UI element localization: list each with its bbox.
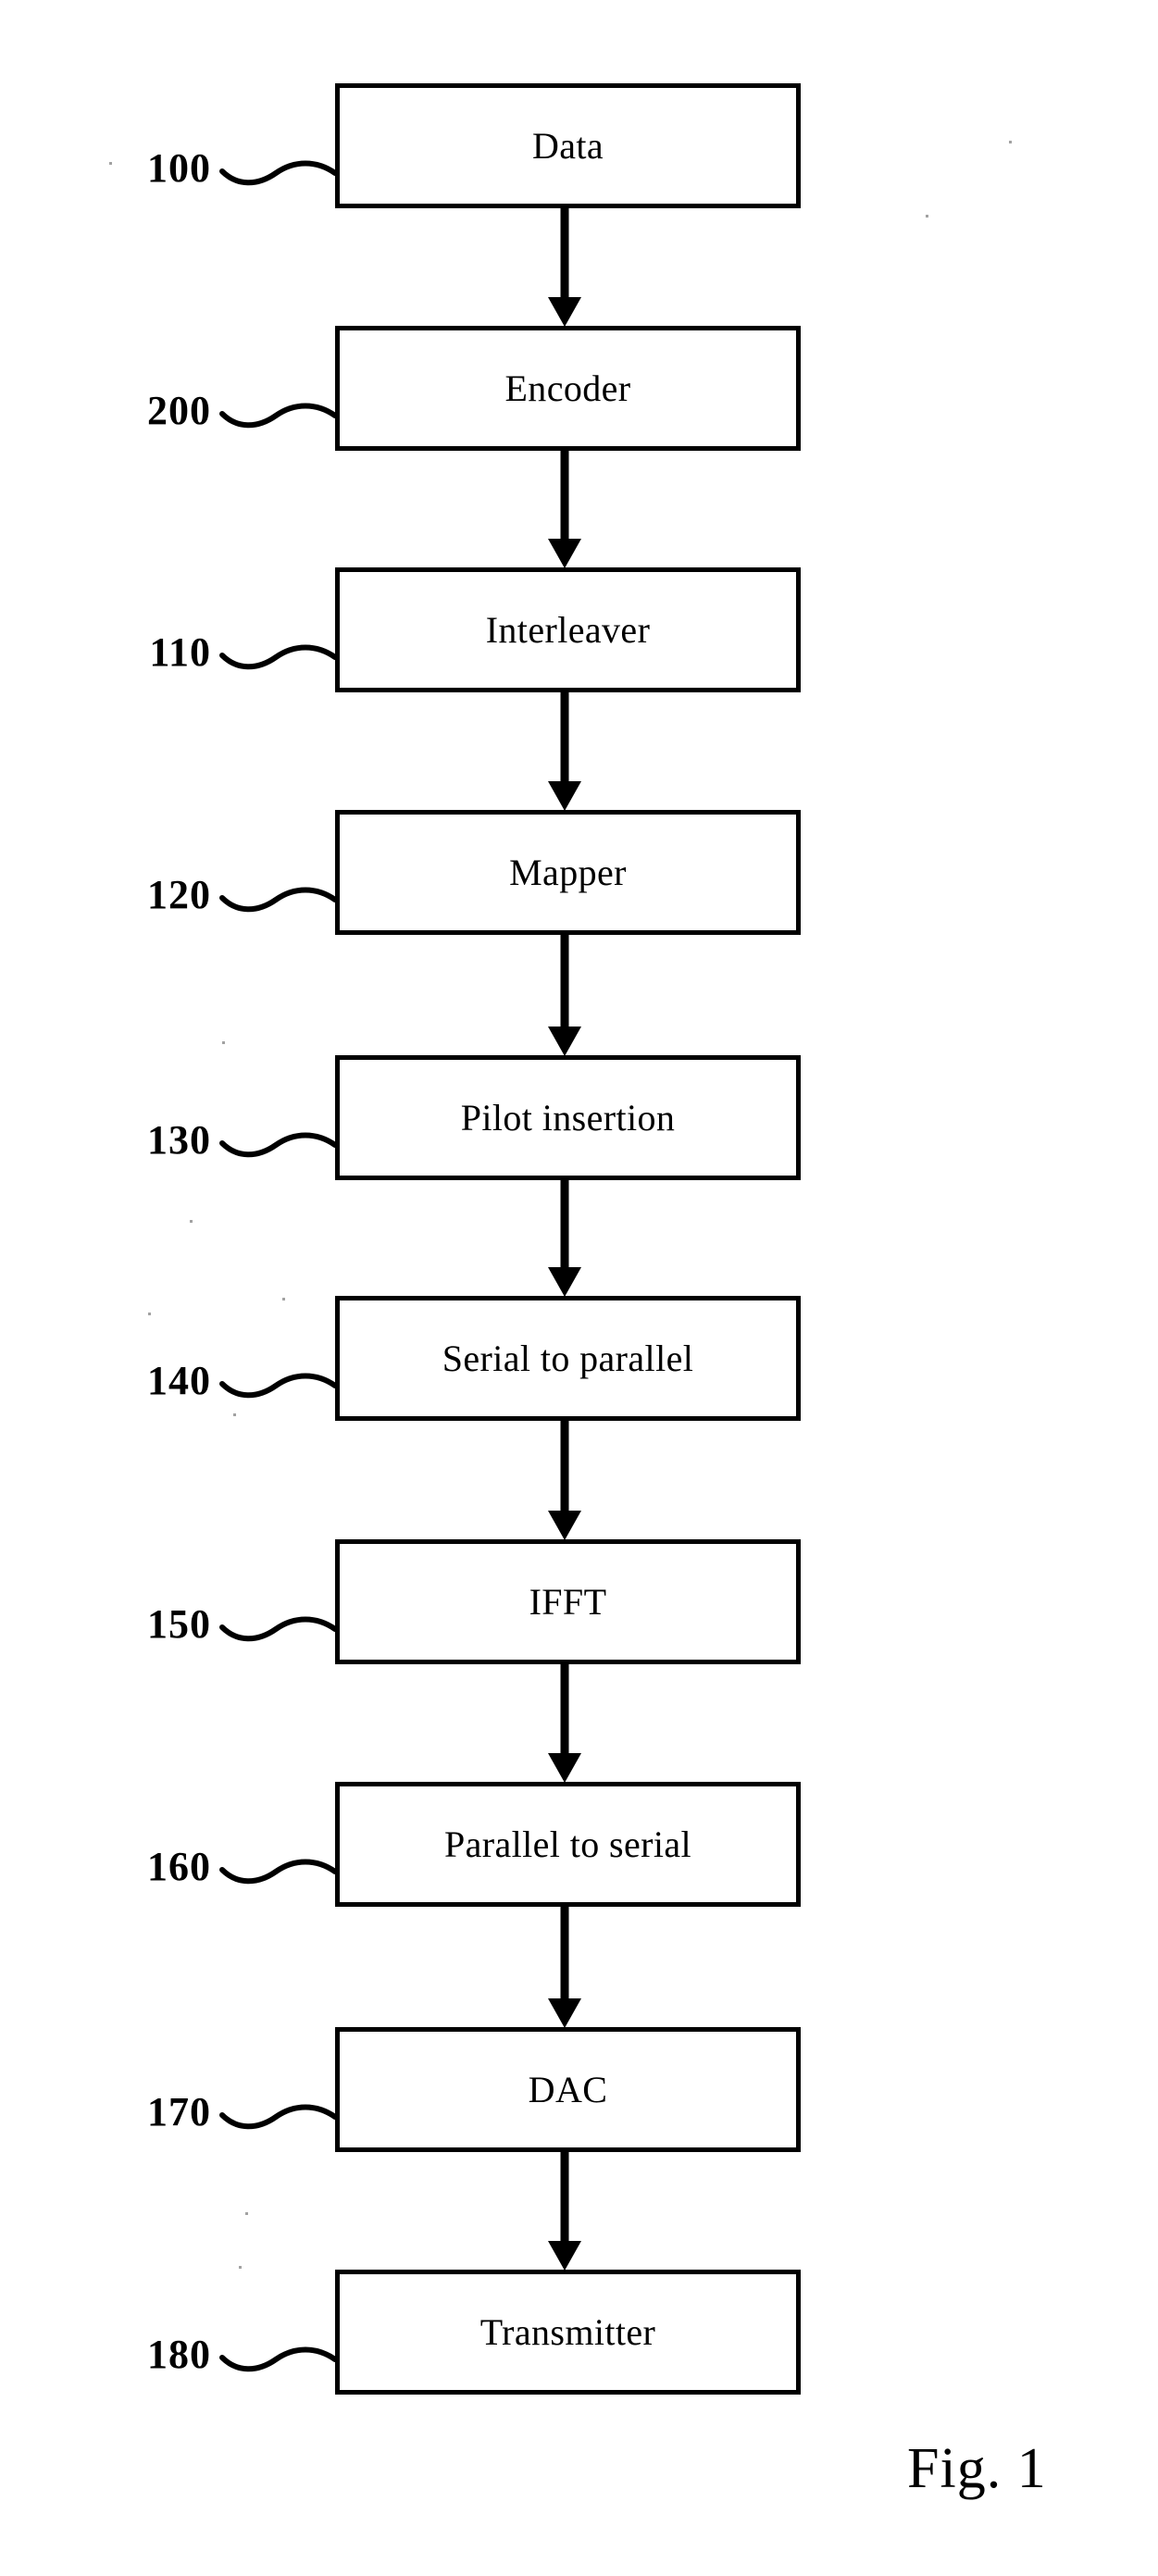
scan-speckle [239,2266,242,2269]
block-interleaver[interactable]: Interleaver [335,567,801,692]
block-label: Interleaver [485,608,651,651]
block-encoder[interactable]: Encoder [335,326,801,451]
block-label: Encoder [504,367,631,409]
block-pilot-insertion[interactable]: Pilot insertion [335,1055,801,1180]
connector-100-to-200 [548,208,581,327]
scan-speckle [245,2212,248,2215]
block-label: IFFT [529,1580,607,1623]
leader-line-180 [219,2346,338,2372]
reference-numeral-160: 160 [147,1844,211,1889]
reference-numeral-180: 180 [147,2332,211,2377]
scan-speckle [926,215,928,218]
block-parallel-to-serial[interactable]: Parallel to serial [335,1782,801,1907]
reference-numeral-200: 200 [147,388,211,433]
block-label: Data [531,124,604,167]
connector-110-to-120 [548,692,581,811]
leader-line-150 [219,1616,338,1642]
reference-numeral-120: 120 [147,872,211,917]
reference-numeral-140: 140 [147,1358,211,1403]
block-dac[interactable]: DAC [335,2027,801,2152]
scan-speckle [222,1041,225,1044]
leader-line-170 [219,2104,338,2130]
leader-line-100 [219,160,338,186]
leader-line-140 [219,1373,338,1399]
leader-line-130 [219,1132,338,1158]
connector-160-to-170 [548,1907,581,2028]
connector-120-to-130 [548,935,581,1056]
scan-speckle [233,1413,236,1416]
block-serial-to-parallel[interactable]: Serial to parallel [335,1296,801,1421]
figure-page: 100 Data 200 Encoder 110 Interleaver 120… [0,0,1158,2576]
block-mapper[interactable]: Mapper [335,810,801,935]
scan-speckle [109,162,112,165]
figure-caption: Fig. 1 [907,2437,1047,2500]
connector-200-to-110 [548,451,581,568]
connector-170-to-180 [548,2152,581,2271]
scan-speckle [148,1313,151,1315]
reference-numeral-150: 150 [147,1601,211,1647]
block-label: DAC [528,2068,608,2110]
block-label: Parallel to serial [443,1823,692,1865]
scan-speckle [190,1220,193,1223]
reference-numeral-170: 170 [147,2089,211,2134]
scan-speckle [282,1298,285,1300]
block-label: Transmitter [479,2310,656,2353]
reference-numeral-130: 130 [147,1117,211,1163]
block-label: Serial to parallel [442,1337,694,1379]
leader-line-110 [219,644,338,670]
block-ifft[interactable]: IFFT [335,1539,801,1664]
connector-130-to-140 [548,1180,581,1297]
scan-speckle [1009,141,1012,143]
block-label: Pilot insertion [460,1096,676,1139]
block-data[interactable]: Data [335,83,801,208]
block-transmitter[interactable]: Transmitter [335,2270,801,2395]
connector-140-to-150 [548,1421,581,1540]
reference-numeral-100: 100 [147,145,211,191]
leader-line-200 [219,403,338,429]
connector-150-to-160 [548,1664,581,1783]
leader-line-160 [219,1859,338,1885]
leader-line-120 [219,887,338,913]
block-label: Mapper [509,851,627,893]
reference-numeral-110: 110 [149,629,211,675]
